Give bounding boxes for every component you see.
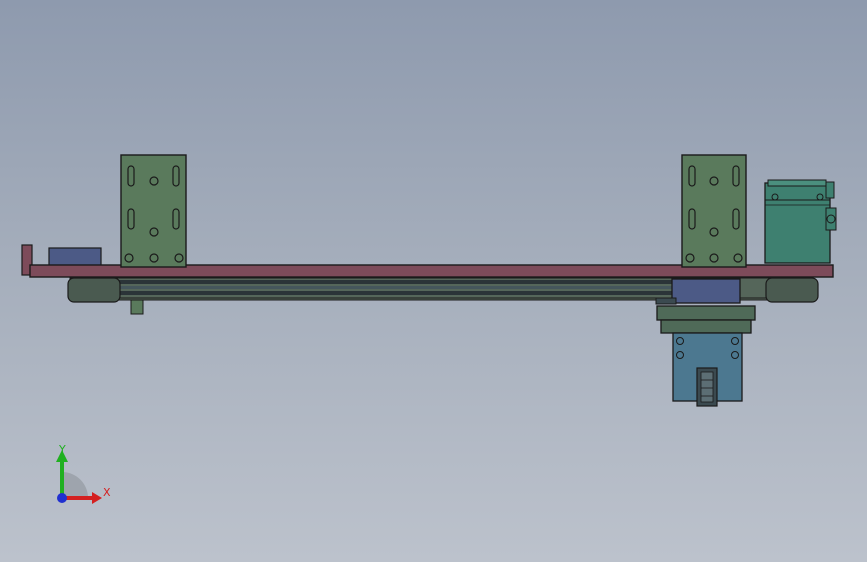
drive-motor[interactable] [764, 179, 837, 264]
x-axis-label: X [103, 486, 111, 499]
left-pulley[interactable] [67, 277, 121, 303]
graphics-viewport[interactable]: Y X [0, 0, 867, 562]
left-mounting-bracket[interactable] [120, 154, 187, 268]
view-orientation-triad-icon[interactable]: Y X [40, 438, 120, 508]
gripper-clamp[interactable] [672, 332, 743, 407]
y-axis-label: Y [58, 443, 66, 456]
cad-model-assembly[interactable] [0, 0, 867, 562]
z-axis-dot [57, 493, 67, 503]
right-pulley[interactable] [765, 277, 819, 303]
right-mounting-bracket[interactable] [681, 154, 747, 268]
left-end-block[interactable] [48, 247, 102, 267]
sensor-bracket[interactable] [130, 299, 144, 315]
